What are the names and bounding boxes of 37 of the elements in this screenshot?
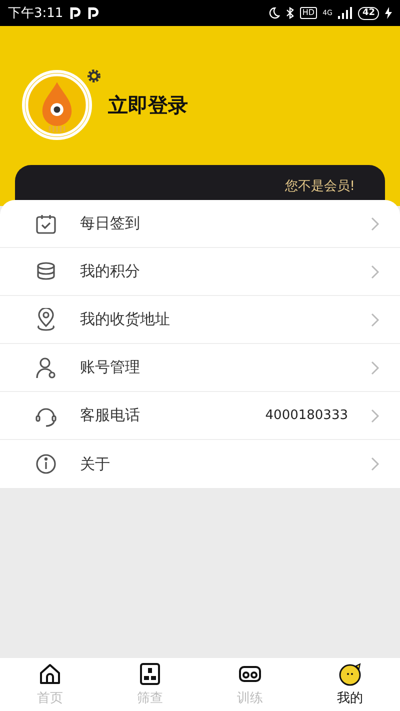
settings-icon[interactable]: [86, 68, 102, 84]
menu-item[interactable]: 客服电话 4000180333: [0, 392, 400, 440]
user-settings-icon: [34, 356, 58, 380]
hd-label: HD: [300, 7, 317, 19]
membership-status: 您不是会员!: [284, 178, 355, 193]
bluetooth-icon: [286, 7, 294, 19]
chevron-right-icon: [370, 264, 380, 278]
charging-icon: [385, 7, 392, 19]
phone-number: 4000180333: [265, 408, 348, 423]
menu-item[interactable]: 每日签到: [0, 200, 400, 248]
info-icon: [34, 452, 58, 476]
chevron-right-icon: [370, 216, 380, 230]
signal-icon: [338, 7, 352, 19]
battery-level: 42: [358, 6, 379, 20]
login-link[interactable]: 立即登录: [108, 92, 188, 118]
menu-label: 我的积分: [80, 262, 141, 281]
menu-item[interactable]: 账号管理: [0, 344, 400, 392]
home-icon: [38, 662, 62, 686]
chevron-right-icon: [370, 360, 380, 374]
moon-icon: [268, 7, 280, 19]
menu-item[interactable]: 我的收货地址: [0, 296, 400, 344]
smiley-face-icon: [338, 662, 362, 686]
menu-label: 客服电话: [80, 406, 141, 425]
eye-chart-icon: [138, 662, 162, 686]
clock-time: 下午3:11: [8, 5, 64, 22]
menu-label: 账号管理: [80, 358, 141, 377]
menu-label: 每日签到: [80, 214, 141, 233]
menu-item[interactable]: 我的积分: [0, 248, 400, 296]
notification-icon: [87, 6, 100, 20]
notification-icon: [69, 6, 82, 20]
menu-label: 我的收货地址: [80, 310, 171, 329]
chevron-right-icon: [370, 312, 380, 326]
chevron-right-icon: [370, 457, 380, 471]
menu-label: 关于: [80, 454, 111, 474]
menu-item[interactable]: 关于: [0, 440, 400, 488]
chevron-right-icon: [370, 408, 380, 422]
tab-item[interactable]: 我的: [300, 658, 400, 711]
